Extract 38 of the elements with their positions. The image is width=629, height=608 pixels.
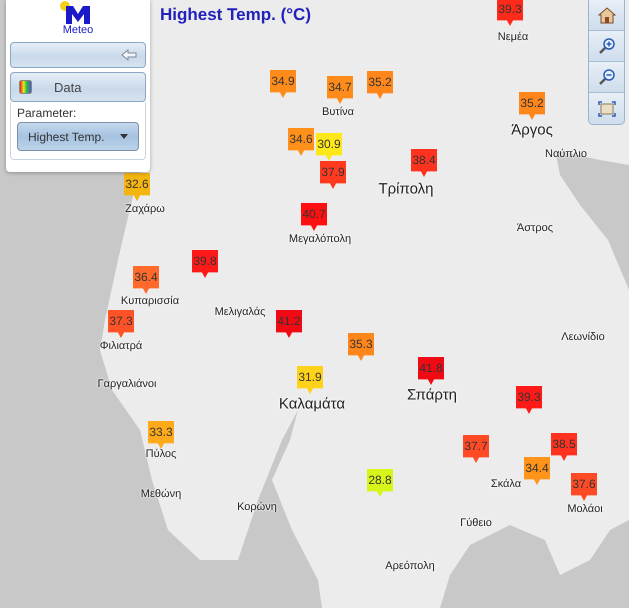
place-label: Μεθώνη — [140, 488, 182, 500]
place-label: Ζαχάρω — [125, 203, 165, 215]
full-extent-icon — [598, 100, 616, 116]
parameter-label: Parameter: — [17, 106, 78, 120]
place-label: Σπάρτη — [407, 386, 457, 404]
place-label: Άργος — [511, 122, 553, 138]
parameter-dropdown[interactable]: Highest Temp. — [17, 122, 139, 151]
full-extent-button[interactable] — [589, 93, 624, 124]
place-label: Ναύπλιο — [545, 148, 587, 160]
place-label: Καλαμάτα — [278, 396, 346, 412]
place-label: Μολάοι — [567, 503, 603, 515]
map-title: Highest Temp. (°C) — [160, 5, 311, 25]
home-button[interactable] — [589, 0, 624, 31]
zoom-in-button[interactable] — [589, 31, 624, 62]
logo-text: Meteo — [62, 24, 94, 36]
place-label: Μελιγαλάς — [214, 306, 266, 318]
place-label: Σκάλα — [490, 478, 522, 490]
place-label: Λεωνίδιο — [561, 331, 605, 343]
place-label: Φιλιατρά — [100, 340, 142, 352]
caret-icon — [120, 134, 128, 139]
place-label: Κορώνη — [237, 501, 277, 513]
place-label: Μεγαλόπολη — [288, 233, 352, 245]
zoom-out-button[interactable] — [589, 62, 624, 93]
place-label: Γύθειο — [460, 517, 492, 529]
place-label: Κυπαρισσία — [120, 295, 180, 307]
place-label: Πύλος — [146, 448, 176, 460]
place-label: Αρεόπολη — [385, 560, 435, 572]
place-label: Νεμέα — [498, 31, 528, 43]
rainbow-icon — [19, 80, 32, 94]
zoom-in-icon — [598, 37, 616, 55]
place-label: Άστρος — [516, 222, 554, 234]
place-label: Τρίπολη — [378, 180, 434, 198]
data-button[interactable]: Data — [10, 72, 146, 102]
home-icon — [598, 6, 616, 24]
left-arrow-icon — [121, 49, 137, 61]
place-label: Γαργαλιάνοι — [98, 378, 156, 390]
zoom-out-icon — [598, 68, 616, 86]
place-label: Βυτίνα — [322, 106, 354, 118]
